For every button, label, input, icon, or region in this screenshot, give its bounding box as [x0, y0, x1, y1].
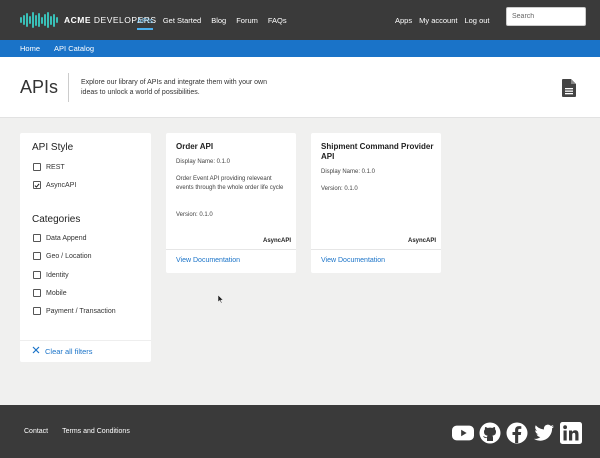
- page-title: APIs: [20, 77, 59, 97]
- nav-my-account[interactable]: My account: [419, 16, 457, 25]
- filter-payment-transaction[interactable]: Payment / Transaction: [33, 307, 116, 315]
- logo-icon: [20, 12, 58, 28]
- filter-identity[interactable]: Identity: [33, 271, 69, 279]
- search-input[interactable]: [506, 7, 586, 26]
- card-divider: [311, 249, 441, 250]
- filters-divider: [20, 340, 151, 341]
- card-divider: [166, 249, 296, 250]
- checkbox-icon[interactable]: [33, 234, 41, 242]
- nav-apps[interactable]: Apps: [395, 16, 412, 25]
- mouse-cursor-icon: [217, 291, 224, 309]
- api-display-name: Display Name: 0.1.0: [321, 169, 376, 175]
- footer-terms-link[interactable]: Terms and Conditions: [62, 428, 130, 435]
- checkbox-icon[interactable]: [33, 307, 41, 315]
- header-divider: [68, 73, 69, 102]
- checkbox-icon[interactable]: [33, 252, 41, 260]
- nav-faqs[interactable]: FAQs: [268, 0, 287, 40]
- checkbox-checked-icon[interactable]: [33, 181, 41, 189]
- main-nav: APIs Get Started Blog Forum FAQs: [137, 0, 287, 40]
- nav-blog[interactable]: Blog: [211, 0, 226, 40]
- api-version: Version: 0.1.0: [176, 212, 213, 218]
- filter-asyncapi[interactable]: AsyncAPI: [33, 181, 76, 189]
- document-icon[interactable]: [562, 79, 576, 102]
- nav-forum[interactable]: Forum: [236, 0, 258, 40]
- filter-data-append[interactable]: Data Append: [33, 234, 86, 242]
- facebook-icon[interactable]: [506, 422, 528, 444]
- user-nav: Apps My account Log out: [395, 0, 490, 40]
- footer: Contact Terms and Conditions: [0, 405, 600, 458]
- categories-heading: Categories: [32, 214, 81, 225]
- nav-get-started[interactable]: Get Started: [163, 0, 201, 40]
- filters-panel: API Style REST AsyncAPI Categories Data …: [20, 133, 151, 362]
- api-type-badge: AsyncAPI: [407, 238, 436, 244]
- api-style-heading: API Style: [32, 142, 74, 153]
- breadcrumb-home[interactable]: Home: [20, 44, 40, 53]
- footer-contact-link[interactable]: Contact: [24, 428, 48, 435]
- filter-geo-location[interactable]: Geo / Location: [33, 252, 92, 260]
- api-description: Order Event API providing releveant even…: [176, 176, 284, 191]
- breadcrumb: Home API Catalog: [0, 40, 600, 57]
- view-documentation-link[interactable]: View Documentation: [321, 257, 385, 264]
- api-card[interactable]: Shipment Command Provider API Display Na…: [311, 133, 441, 273]
- api-card[interactable]: Order API Display Name: 0.1.0 Order Even…: [166, 133, 296, 273]
- api-version: Version: 0.1.0: [321, 186, 358, 192]
- checkbox-icon[interactable]: [33, 289, 41, 297]
- checkbox-icon[interactable]: [33, 271, 41, 279]
- api-display-name: Display Name: 0.1.0: [176, 159, 231, 165]
- social-links: [452, 422, 582, 444]
- filter-rest[interactable]: REST: [33, 163, 65, 171]
- twitter-icon[interactable]: [533, 422, 555, 444]
- nav-apis[interactable]: APIs: [137, 0, 153, 40]
- clear-filters-button[interactable]: Clear all filters: [32, 346, 93, 357]
- youtube-icon[interactable]: [452, 422, 474, 444]
- api-card-title[interactable]: Shipment Command Provider API: [321, 142, 436, 162]
- view-documentation-link[interactable]: View Documentation: [176, 257, 240, 264]
- footer-links: Contact Terms and Conditions: [24, 428, 130, 435]
- api-card-title[interactable]: Order API: [176, 142, 291, 152]
- page-header: APIs Explore our library of APIs and int…: [0, 57, 600, 118]
- github-icon[interactable]: [479, 422, 501, 444]
- filter-mobile[interactable]: Mobile: [33, 289, 67, 297]
- page-description: Explore our library of APIs and integrat…: [81, 79, 267, 96]
- checkbox-icon[interactable]: [33, 163, 41, 171]
- top-navbar: ACME DEVELOPERS APIs Get Started Blog Fo…: [0, 0, 600, 40]
- api-type-badge: AsyncAPI: [262, 238, 291, 244]
- linkedin-icon[interactable]: [560, 422, 582, 444]
- breadcrumb-api-catalog[interactable]: API Catalog: [54, 44, 94, 53]
- nav-log-out[interactable]: Log out: [464, 16, 489, 25]
- close-icon: [32, 346, 40, 357]
